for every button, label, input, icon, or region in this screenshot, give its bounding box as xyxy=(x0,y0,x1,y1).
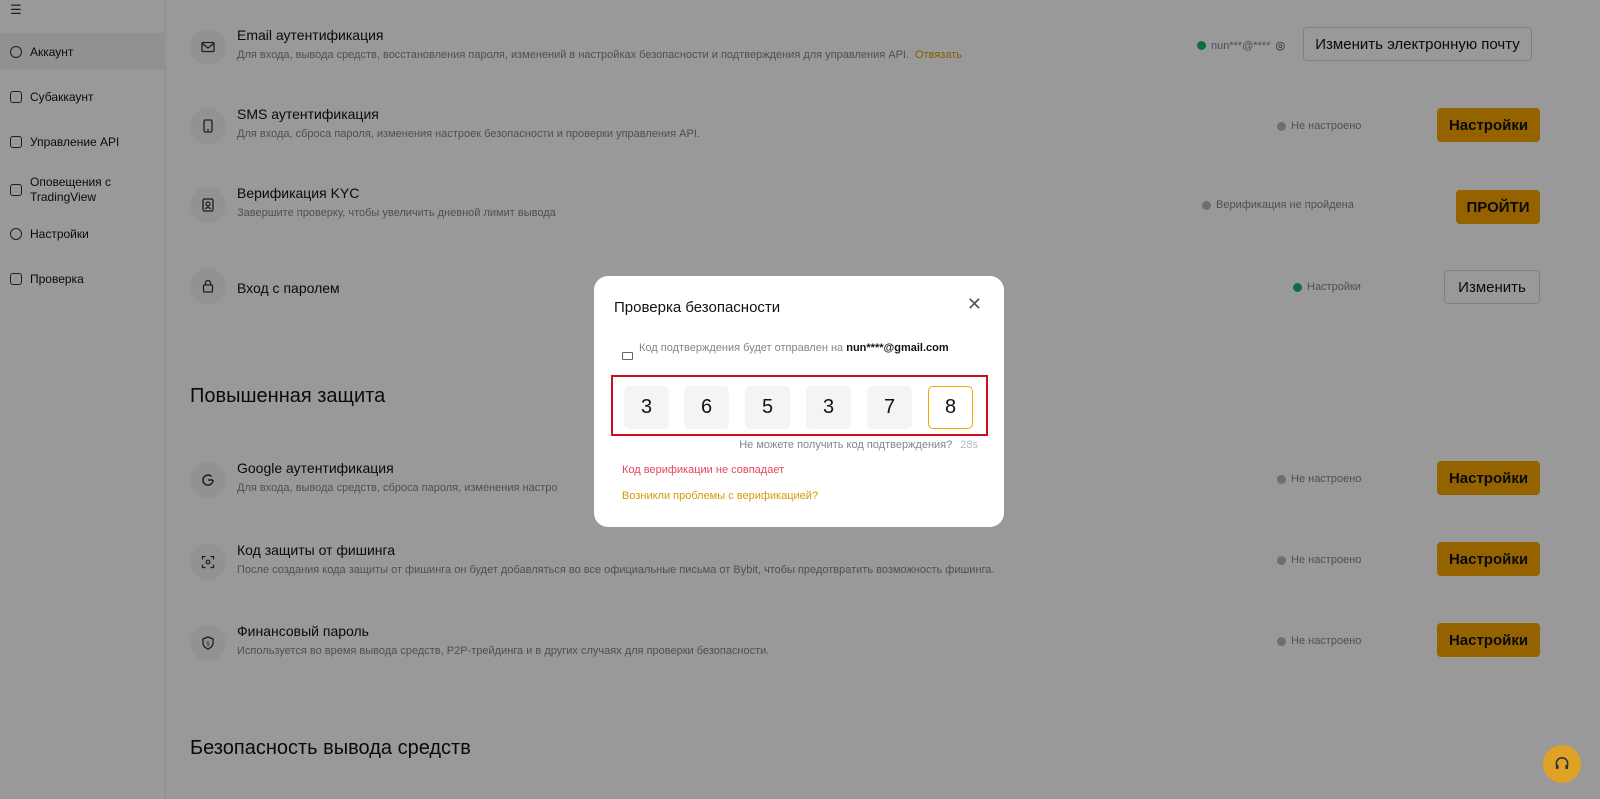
verification-code-highlight: 3 6 5 3 7 8 xyxy=(611,375,988,436)
code-mismatch-error: Код верификации не совпадает xyxy=(622,464,785,476)
code-sent-info: Код подтверждения будет отправлен на nun… xyxy=(622,341,972,360)
mail-icon xyxy=(622,352,633,360)
headset-icon xyxy=(1555,757,1569,770)
resend-timer: 28s xyxy=(960,439,978,451)
security-check-modal: Проверка безопасности ✕ Код подтверждени… xyxy=(594,276,1004,527)
verification-help-link[interactable]: Возникли проблемы с верификацией? xyxy=(622,490,818,502)
modal-title: Проверка безопасности xyxy=(614,299,781,316)
code-digit-input[interactable]: 7 xyxy=(867,386,912,429)
app: ☰ Аккаунт Субаккаунт Управление API Опов… xyxy=(0,0,1600,799)
resend-code-link[interactable]: Не можете получить код подтверждения? xyxy=(739,439,952,451)
code-digit-input[interactable]: 3 xyxy=(806,386,851,429)
code-digit-input[interactable]: 6 xyxy=(684,386,729,429)
resend-code-row: Не можете получить код подтверждения? 28s xyxy=(739,439,978,451)
code-sent-text: Код подтверждения будет отправлен на xyxy=(639,342,844,354)
code-digit-input-active[interactable]: 8 xyxy=(928,386,973,429)
masked-email: nun****@gmail.com xyxy=(846,342,949,354)
code-digit-input[interactable]: 3 xyxy=(624,386,669,429)
code-digit-input[interactable]: 5 xyxy=(745,386,790,429)
close-icon[interactable]: ✕ xyxy=(967,294,982,315)
support-chat-button[interactable] xyxy=(1543,745,1581,783)
